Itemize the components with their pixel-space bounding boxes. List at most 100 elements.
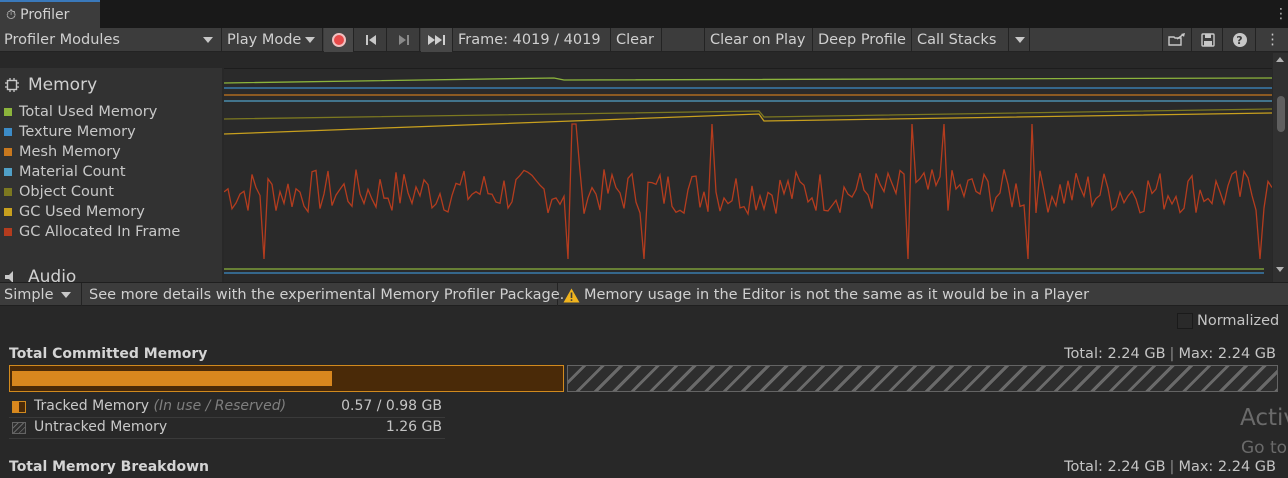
tracked-memory-value: 0.57 / 0.98 GB bbox=[341, 398, 442, 414]
legend-label: Mesh Memory bbox=[19, 144, 121, 160]
normalized-toggle[interactable]: Normalized bbox=[1177, 313, 1279, 329]
legend-label: GC Used Memory bbox=[19, 204, 145, 220]
untracked-memory-row[interactable]: Untracked Memory 1.26 GB bbox=[9, 419, 445, 439]
memory-module-legend[interactable]: Memory Total Used Memory Texture Memory … bbox=[0, 68, 222, 264]
scrollbar-thumb[interactable] bbox=[1277, 96, 1285, 132]
clear-on-play-toggle[interactable]: Clear on Play bbox=[706, 28, 813, 52]
scroll-up-icon[interactable] bbox=[1276, 57, 1284, 62]
info-text: See more details with the experimental M… bbox=[89, 287, 565, 303]
open-folder-icon bbox=[1168, 33, 1185, 46]
chevron-down-icon bbox=[1014, 37, 1025, 43]
play-mode-dropdown[interactable]: Play Mode bbox=[223, 28, 323, 52]
window-tab-bar: ⏱ Profiler ⋮ bbox=[0, 0, 1288, 28]
audio-chart[interactable] bbox=[224, 264, 1272, 282]
audio-chart-svg bbox=[224, 268, 1264, 274]
warning-icon bbox=[563, 288, 580, 302]
normalized-checkbox[interactable] bbox=[1177, 313, 1193, 329]
legend-item-total-used-memory[interactable]: Total Used Memory bbox=[4, 103, 157, 121]
breakdown-max: Max: 2.24 GB bbox=[1178, 459, 1276, 475]
module-title: Audio bbox=[28, 267, 77, 282]
record-button[interactable] bbox=[324, 28, 354, 52]
audio-module-legend[interactable]: Audio bbox=[0, 264, 222, 282]
module-header: Memory bbox=[4, 75, 97, 95]
tracked-memory-swatch bbox=[12, 401, 26, 413]
window-menu-icon[interactable]: ⋮ bbox=[1274, 6, 1288, 22]
record-icon bbox=[331, 33, 346, 47]
details-toolbar: Simple See more details with the experim… bbox=[0, 282, 1288, 307]
profiler-modules-dropdown[interactable]: Profiler Modules bbox=[0, 28, 222, 52]
memory-profiler-package-link[interactable]: See more details with the experimental M… bbox=[83, 283, 564, 307]
step-next-icon bbox=[398, 35, 409, 45]
frame-label: Frame: 4019 / 4019 bbox=[458, 32, 601, 48]
tracked-memory-bar[interactable] bbox=[9, 365, 564, 392]
untracked-memory-swatch bbox=[12, 422, 26, 434]
series-swatch bbox=[4, 108, 12, 116]
memory-chip-icon bbox=[5, 78, 19, 92]
tracked-memory-row[interactable]: Tracked Memory (In use / Reserved) 0.57 … bbox=[9, 398, 445, 418]
load-button[interactable] bbox=[1162, 28, 1192, 52]
profiler-modules-label: Profiler Modules bbox=[4, 32, 120, 48]
first-frame-button[interactable] bbox=[355, 28, 387, 52]
help-button[interactable]: ? bbox=[1224, 28, 1256, 52]
play-mode-label: Play Mode bbox=[227, 32, 302, 48]
legend-item-object-count[interactable]: Object Count bbox=[4, 183, 114, 201]
normalized-label: Normalized bbox=[1197, 313, 1280, 329]
series-swatch bbox=[4, 128, 12, 136]
next-frame-button[interactable] bbox=[388, 28, 420, 52]
legend-label: Material Count bbox=[19, 164, 126, 180]
warning-text: Memory usage in the Editor is not the sa… bbox=[584, 287, 1090, 303]
memory-chart-svg bbox=[223, 77, 1273, 260]
tracked-label-text: Tracked Memory bbox=[34, 398, 150, 414]
memory-details-panel: Normalized Total Committed Memory Total:… bbox=[0, 306, 1288, 478]
tracked-memory-label: Tracked Memory (In use / Reserved) bbox=[34, 398, 286, 414]
untracked-memory-value: 1.26 GB bbox=[385, 419, 442, 435]
series-swatch bbox=[4, 228, 12, 236]
committed-memory-title: Total Committed Memory bbox=[9, 346, 208, 362]
save-button[interactable] bbox=[1193, 28, 1223, 52]
tab-title: Profiler bbox=[20, 7, 70, 23]
activation-watermark-title: Activ bbox=[1240, 405, 1288, 431]
modules-scrollbar[interactable] bbox=[1273, 53, 1288, 282]
deep-profile-toggle[interactable]: Deep Profile bbox=[814, 28, 912, 52]
untracked-memory-label: Untracked Memory bbox=[34, 419, 168, 435]
legend-spacer bbox=[0, 53, 222, 68]
tab-profiler[interactable]: ⏱ Profiler bbox=[0, 0, 100, 28]
more-options-button[interactable]: ⋮ bbox=[1257, 28, 1288, 52]
view-mode-dropdown[interactable]: Simple bbox=[0, 283, 82, 307]
breakdown-total: Total: 2.24 GB bbox=[1064, 459, 1166, 475]
series-gc-allocated-in-frame bbox=[223, 123, 1273, 260]
legend-label: Texture Memory bbox=[19, 124, 136, 140]
chevron-down-icon bbox=[203, 37, 213, 43]
legend-label: GC Allocated In Frame bbox=[19, 224, 181, 240]
legend-item-mesh-memory[interactable]: Mesh Memory bbox=[4, 143, 121, 161]
legend-item-texture-memory[interactable]: Texture Memory bbox=[4, 123, 136, 141]
call-stacks-dropdown[interactable] bbox=[1010, 28, 1030, 52]
call-stacks-toggle[interactable]: Call Stacks bbox=[913, 28, 1009, 52]
memory-chart[interactable] bbox=[223, 68, 1273, 264]
committed-total: Total: 2.24 GB bbox=[1064, 346, 1166, 362]
chart-header-strip bbox=[224, 53, 1272, 68]
view-mode-label: Simple bbox=[4, 287, 54, 303]
save-icon bbox=[1200, 33, 1215, 47]
summary-divider: | bbox=[1169, 346, 1175, 362]
series-swatch bbox=[4, 188, 12, 196]
legend-item-gc-used-memory[interactable]: GC Used Memory bbox=[4, 203, 145, 221]
legend-item-gc-allocated-in-frame[interactable]: GC Allocated In Frame bbox=[4, 223, 180, 241]
current-frame-button[interactable] bbox=[421, 28, 453, 52]
series-swatch bbox=[4, 208, 12, 216]
clear-button[interactable]: Clear bbox=[612, 28, 662, 52]
memory-breakdown-title: Total Memory Breakdown bbox=[9, 459, 210, 475]
toolbar-spacer bbox=[663, 28, 705, 52]
untracked-memory-bar[interactable] bbox=[567, 365, 1278, 392]
module-title: Memory bbox=[28, 75, 98, 95]
breakdown-summary: Total: 2.24 GB | Max: 2.24 GB bbox=[1064, 459, 1276, 475]
legend-label: Total Used Memory bbox=[19, 104, 158, 120]
legend-label: Object Count bbox=[19, 184, 114, 200]
deep-profile-label: Deep Profile bbox=[818, 32, 906, 48]
profiler-icon: ⏱ bbox=[6, 7, 17, 23]
scroll-down-icon[interactable] bbox=[1276, 267, 1284, 272]
series-total-used-memory bbox=[223, 77, 1273, 84]
summary-divider: | bbox=[1169, 459, 1175, 475]
legend-item-material-count[interactable]: Material Count bbox=[4, 163, 126, 181]
